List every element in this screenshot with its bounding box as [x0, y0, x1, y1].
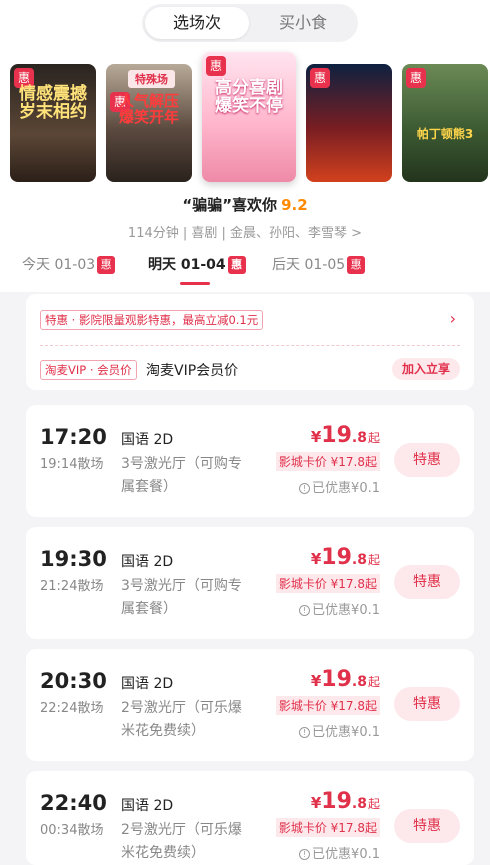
- date-label: 今天 01-03: [22, 257, 96, 273]
- special-offer-button[interactable]: 特惠: [394, 809, 460, 843]
- movie-score: 9.2: [281, 196, 308, 214]
- end-time: 19:14散场: [40, 457, 104, 472]
- showtime-card[interactable]: 20:30 22:24散场 国语 2D 2号激光厅（可乐爆米花免费续） ¥19.…: [26, 649, 474, 761]
- info-circle-icon: !: [299, 727, 311, 738]
- special-offer-button[interactable]: 特惠: [394, 443, 460, 477]
- currency-symbol: ¥: [310, 672, 322, 690]
- movie-meta[interactable]: 114分钟 | 喜剧 | 金晨、孙阳、李雪琴 >: [0, 222, 490, 241]
- language-format: 国语 2D: [121, 676, 174, 692]
- currency-symbol: ¥: [310, 428, 322, 446]
- end-time: 00:34散场: [40, 823, 104, 838]
- cinema-card-price: 影城卡价 ¥17.8起: [275, 452, 380, 471]
- promo-card: 特惠 · 影院限量观影特惠，最高立减0.1元 › 淘麦VIP · 会员价 淘麦V…: [26, 294, 474, 390]
- discount-saved-text: 已优惠¥0.1: [312, 847, 380, 862]
- start-time: 17:20: [40, 425, 107, 449]
- tab-buy-snacks[interactable]: 买小食: [251, 7, 355, 39]
- info-circle-icon: !: [299, 849, 311, 860]
- discount-badge: 惠: [310, 68, 330, 88]
- date-selector: 今天 01-03 惠 明天 01-04 惠 后天 01-05 惠: [22, 254, 482, 286]
- start-time: 19:30: [40, 547, 107, 571]
- divider: [40, 345, 460, 346]
- hall-name: 2号激光厅（可乐爆米花免费续）: [121, 700, 242, 739]
- price-integer: 19: [321, 545, 352, 570]
- language-format: 国语 2D: [121, 432, 174, 448]
- info-circle-icon: !: [299, 605, 311, 616]
- tab-select-showtime[interactable]: 选场次: [145, 7, 249, 39]
- movie-poster-selected[interactable]: 惠 高分喜剧 爆笑不停: [202, 52, 296, 182]
- poster-title: 人气解压 爆笑开年: [118, 92, 179, 126]
- discount-saved-text: 已优惠¥0.1: [312, 603, 380, 618]
- showtime-card[interactable]: 17:20 19:14散场 国语 2D 3号激光厅（可购专属套餐） ¥19.8起…: [26, 405, 474, 517]
- price-decimal: .8: [351, 552, 367, 568]
- price-decimal: .8: [351, 674, 367, 690]
- date-tab-day-after[interactable]: 后天 01-05 惠: [272, 254, 366, 274]
- movie-poster[interactable]: 惠 帕丁顿熊3: [402, 64, 488, 182]
- start-time: 22:40: [40, 791, 107, 815]
- price-integer: 19: [321, 423, 352, 448]
- poster-title: 情感震撼 岁末相约: [19, 84, 87, 122]
- currency-symbol: ¥: [310, 550, 322, 568]
- price-from-suffix: 起: [367, 553, 380, 567]
- price-from-suffix: 起: [367, 431, 380, 445]
- special-offer-button[interactable]: 特惠: [394, 687, 460, 721]
- hall-name: 2号激光厅（可乐爆米花免费续）: [121, 822, 242, 861]
- end-time: 22:24散场: [40, 701, 104, 716]
- join-vip-button[interactable]: 加入立享: [391, 358, 460, 380]
- start-time: 20:30: [40, 669, 107, 693]
- price-integer: 19: [321, 667, 352, 692]
- price: ¥19.8起: [311, 789, 380, 814]
- hall-name: 3号激光厅（可购专属套餐）: [121, 456, 242, 495]
- cinema-card-price: 影城卡价 ¥17.8起: [275, 574, 380, 593]
- date-tab-today[interactable]: 今天 01-03 惠: [22, 254, 116, 274]
- date-tab-tomorrow[interactable]: 明天 01-04 惠: [148, 254, 246, 274]
- movie-poster[interactable]: 惠: [306, 64, 392, 182]
- discount-saved: ! 已优惠¥0.1: [299, 721, 380, 740]
- info-circle-icon: !: [299, 483, 311, 494]
- discount-badge: 惠: [206, 56, 226, 76]
- discount-saved-text: 已优惠¥0.1: [312, 481, 380, 496]
- price-decimal: .8: [351, 430, 367, 446]
- currency-symbol: ¥: [310, 794, 322, 812]
- discount-badge: 惠: [406, 68, 426, 88]
- discount-badge: 惠: [97, 256, 116, 274]
- price: ¥19.8起: [311, 423, 380, 448]
- chevron-right-icon[interactable]: ›: [450, 309, 456, 328]
- discount-saved: ! 已优惠¥0.1: [299, 843, 380, 862]
- showtime-card[interactable]: 19:30 21:24散场 国语 2D 3号激光厅（可购专属套餐） ¥19.8起…: [26, 527, 474, 639]
- special-screening-ribbon: 特殊场: [128, 70, 175, 88]
- discount-saved: ! 已优惠¥0.1: [299, 477, 380, 496]
- price-from-suffix: 起: [367, 797, 380, 811]
- discount-badge: 惠: [227, 256, 246, 274]
- cinema-card-price: 影城卡价 ¥17.8起: [275, 818, 380, 837]
- discount-badge: 惠: [347, 256, 366, 274]
- movie-title: “骗骗”喜欢你: [182, 196, 278, 214]
- price: ¥19.8起: [311, 667, 380, 692]
- discount-saved-text: 已优惠¥0.1: [312, 725, 380, 740]
- movie-poster[interactable]: 特殊场 惠 人气解压 爆笑开年: [106, 64, 192, 182]
- cinema-card-price: 影城卡价 ¥17.8起: [275, 696, 380, 715]
- poster-title: 帕丁顿熊3: [416, 127, 474, 141]
- vip-tag: 淘麦VIP · 会员价: [40, 360, 137, 380]
- price-integer: 19: [321, 789, 352, 814]
- poster-carousel: 惠 情感震撼 岁末相约 特殊场 惠 人气解压 爆笑开年 惠 高分喜剧 爆笑不停 …: [0, 50, 490, 190]
- date-label: 后天 01-05: [272, 257, 346, 273]
- special-offer-button[interactable]: 特惠: [394, 565, 460, 599]
- tab-switcher: 选场次 买小食: [142, 4, 358, 42]
- active-date-indicator: [180, 282, 210, 285]
- movie-title-row: “骗骗”喜欢你 9.2: [0, 194, 490, 215]
- movie-poster[interactable]: 惠 情感震撼 岁末相约: [10, 64, 96, 182]
- end-time: 21:24散场: [40, 579, 104, 594]
- price-decimal: .8: [351, 796, 367, 812]
- language-format: 国语 2D: [121, 798, 174, 814]
- poster-title: 高分喜剧 爆笑不停: [215, 78, 283, 116]
- language-format: 国语 2D: [121, 554, 174, 570]
- date-label: 明天 01-04: [148, 257, 226, 273]
- price: ¥19.8起: [311, 545, 380, 570]
- vip-label: 淘麦VIP会员价: [146, 363, 239, 379]
- discount-saved: ! 已优惠¥0.1: [299, 599, 380, 618]
- promo-tag[interactable]: 特惠 · 影院限量观影特惠，最高立减0.1元: [40, 310, 264, 330]
- showtime-card[interactable]: 22:40 00:34散场 国语 2D 2号激光厅（可乐爆米花免费续） ¥19.…: [26, 771, 474, 865]
- hall-name: 3号激光厅（可购专属套餐）: [121, 578, 242, 617]
- price-from-suffix: 起: [367, 675, 380, 689]
